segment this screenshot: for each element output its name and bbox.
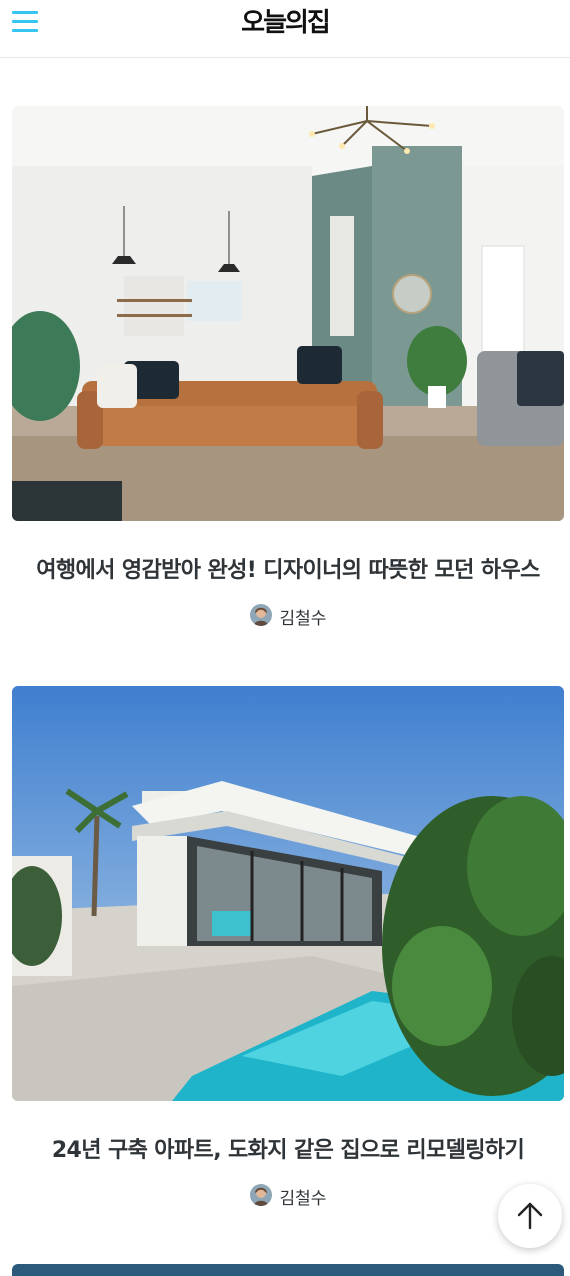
app-logo[interactable]: 오늘의집 [0, 2, 570, 39]
arrow-up-icon [517, 1202, 543, 1230]
scroll-to-top-button[interactable] [498, 1184, 562, 1248]
story-title[interactable]: 여행에서 영감받아 완성! 디자이너의 따뜻한 모던 하우스 [0, 552, 570, 584]
author-name: 김철수 [279, 1189, 327, 1209]
story-card[interactable]: 24년 구축 아파트, 도화지 같은 집으로 리모델링하기 김철수 [12, 686, 564, 1209]
author-info[interactable]: 김철수 [12, 1183, 564, 1209]
story-title[interactable]: 24년 구축 아파트, 도화지 같은 집으로 리모델링하기 [0, 1132, 570, 1164]
story-card[interactable]: 여행에서 영감받아 완성! 디자이너의 따뜻한 모던 하우스 김철수 [12, 106, 564, 629]
author-name: 김철수 [279, 609, 327, 629]
living-room-photo[interactable] [12, 106, 564, 521]
pool-house-photo[interactable] [12, 686, 564, 1101]
avatar [249, 1183, 272, 1206]
app-header: 오늘의집 [0, 0, 570, 58]
author-info[interactable]: 김철수 [12, 603, 564, 629]
next-card-image[interactable] [12, 1264, 564, 1276]
avatar [249, 603, 272, 626]
